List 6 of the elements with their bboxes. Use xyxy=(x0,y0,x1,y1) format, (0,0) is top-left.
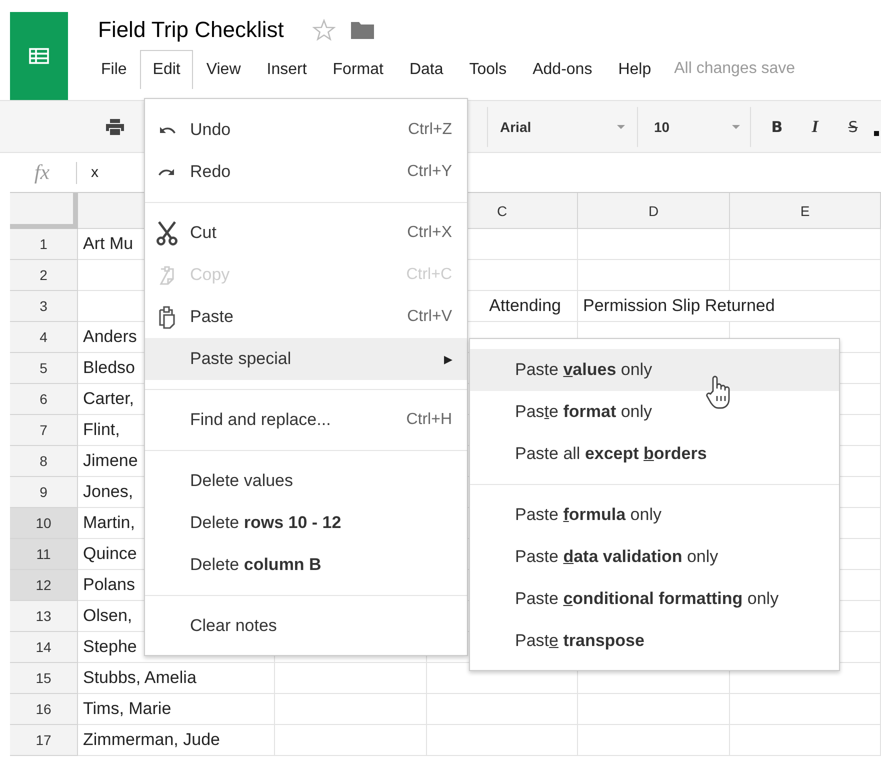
table-cell: Permission Slip Returned xyxy=(578,291,881,322)
table-cell: Tims, Marie xyxy=(78,694,275,725)
table-cell: Zimmerman, Jude xyxy=(78,725,275,756)
table-cell: Stubbs, Amelia xyxy=(78,663,275,694)
save-status: All changes save xyxy=(674,59,796,79)
formula-label: fx xyxy=(33,160,51,185)
